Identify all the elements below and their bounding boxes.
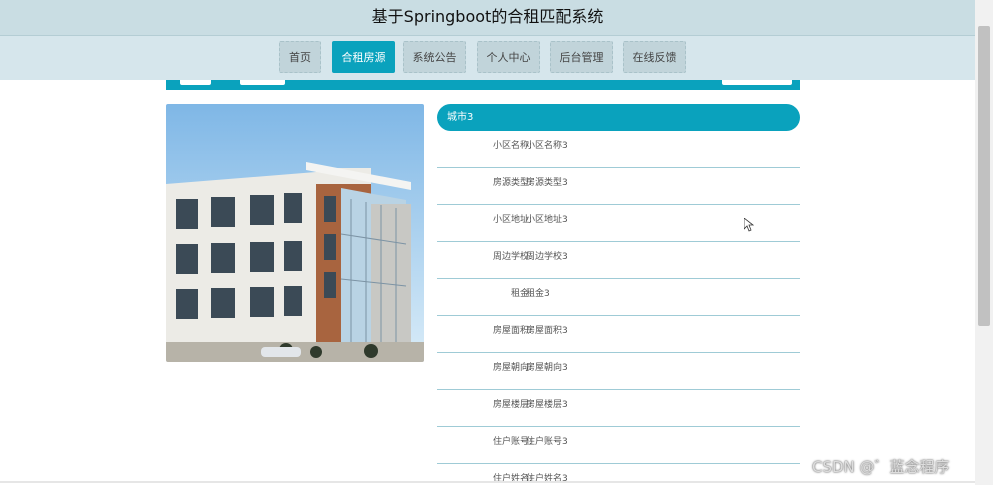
nav-admin[interactable]: 后台管理 [550, 41, 613, 73]
strip-tab [722, 80, 792, 85]
site-header: 基于Springboot的合租匹配系统 [0, 0, 975, 36]
detail-row: 房源类型: 房源类型3 [437, 168, 800, 205]
nav-feedback[interactable]: 在线反馈 [623, 41, 686, 73]
scrollbar-thumb[interactable] [978, 26, 990, 326]
detail-row: 住户账号: 住户账号3 [437, 427, 800, 464]
nav-announcements[interactable]: 系统公告 [403, 41, 466, 73]
nav-shared-rentals[interactable]: 合租房源 [332, 41, 395, 73]
field-value: 周边学校3 [526, 252, 568, 262]
field-value: 小区地址3 [526, 215, 568, 225]
watermark: CSDN @゛蓝念程序 [812, 458, 950, 476]
page-divider [0, 481, 975, 483]
field-value: 房屋面积3 [526, 326, 568, 336]
detail-row: 周边学校: 周边学校3 [437, 242, 800, 279]
detail-row: 租金: 租金3 [437, 279, 800, 316]
field-value: 房屋楼层3 [526, 400, 568, 410]
strip-tab [240, 80, 285, 85]
field-value: 房屋朝向3 [526, 363, 568, 373]
detail-row: 房屋面积: 房屋面积3 [437, 316, 800, 353]
house-photo [166, 104, 424, 362]
field-value: 住户账号3 [526, 437, 568, 447]
site-title: 基于Springboot的合租匹配系统 [371, 7, 604, 26]
detail-title: 城市3 [437, 104, 800, 131]
detail-row: 房屋朝向: 房屋朝向3 [437, 353, 800, 390]
nav-home[interactable]: 首页 [279, 41, 321, 73]
detail-row: 小区名称: 小区名称3 [437, 131, 800, 168]
strip-tab [180, 80, 211, 85]
field-value: 小区名称3 [526, 141, 568, 151]
field-value: 租金3 [526, 289, 550, 299]
mouse-pointer-icon [744, 218, 754, 232]
field-value: 房源类型3 [526, 178, 568, 188]
detail-row: 房屋楼层: 房屋楼层3 [437, 390, 800, 427]
nav-profile[interactable]: 个人中心 [477, 41, 540, 73]
main-nav: 首页 合租房源 系统公告 个人中心 后台管理 在线反馈 [0, 36, 975, 80]
